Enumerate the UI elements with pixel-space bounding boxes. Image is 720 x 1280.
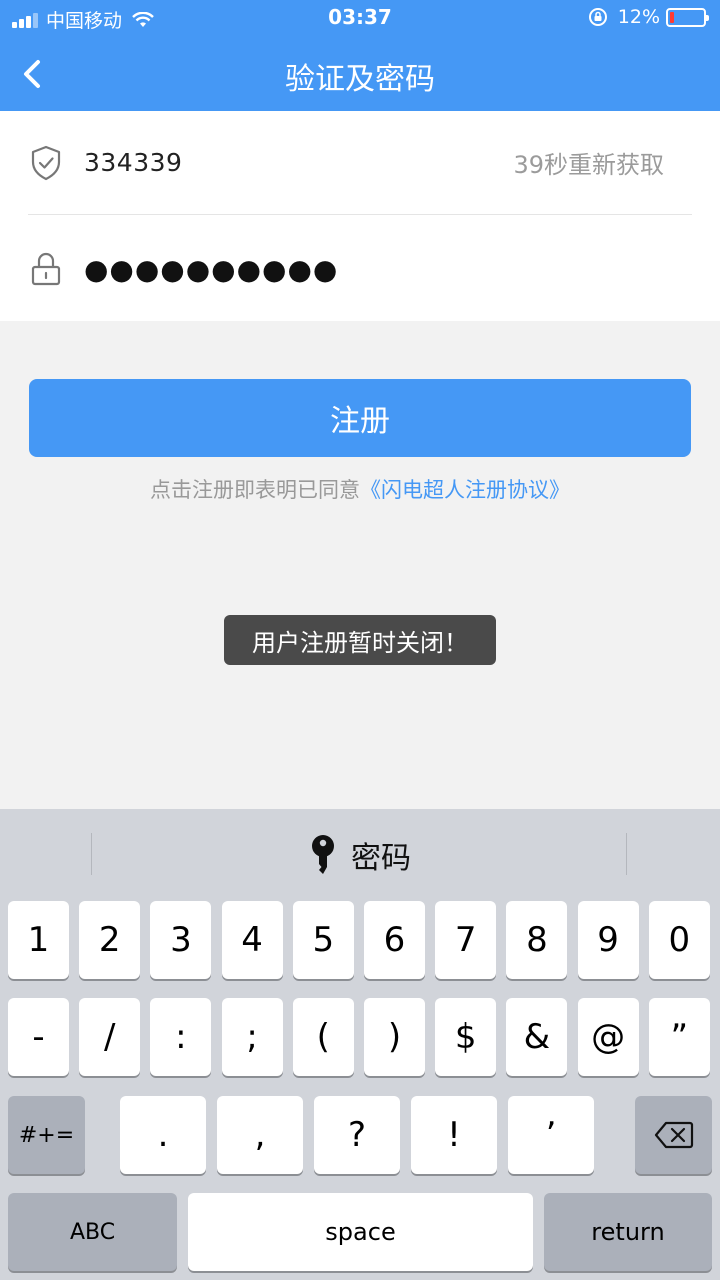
password-input[interactable]: ●●●●●●●●●● <box>84 253 338 286</box>
agreement-link[interactable]: 《闪电超人注册协议》 <box>360 478 570 502</box>
register-button[interactable]: 注册 <box>29 379 691 457</box>
keyboard-key[interactable]: & <box>506 998 568 1076</box>
resend-code-button[interactable]: 39秒重新获取 <box>513 145 664 180</box>
keyboard-key[interactable]: 5 <box>292 901 354 979</box>
keyboard-key[interactable]: 9 <box>577 901 639 979</box>
keyboard-key[interactable]: 6 <box>364 901 425 979</box>
keyboard-key[interactable]: . <box>120 1096 206 1174</box>
keyboard-key[interactable]: 2 <box>79 901 141 979</box>
suggestion-label: 密码 <box>351 841 411 876</box>
keyboard-key[interactable]: 0 <box>648 901 710 979</box>
battery-fill <box>670 11 674 23</box>
backspace-icon <box>654 1121 693 1149</box>
keyboard-key[interactable]: $ <box>435 998 497 1076</box>
keyboard-key[interactable]: 1 <box>8 901 69 979</box>
keyboard-key[interactable]: 4 <box>221 901 283 979</box>
page-title: 验证及密码 <box>285 62 435 97</box>
keyboard-key[interactable]: ” <box>648 998 710 1076</box>
nav-bar: 验证及密码 <box>0 40 720 110</box>
delete-key[interactable] <box>635 1096 712 1174</box>
header: 中国移动 03:37 12% 验证及密码 <box>0 0 720 111</box>
password-suggestion[interactable]: 密码 <box>0 833 720 877</box>
keyboard: 密码 1234567890 - /:;() $ & @” #+= .,?!’ ABC s… <box>0 809 720 1280</box>
verification-code-row: 334339 39秒重新获取 <box>28 111 692 215</box>
agreement-text: 点击注册即表明已同意《闪电超人注册协议》 <box>0 474 720 504</box>
status-bar: 中国移动 03:37 12% <box>0 0 720 38</box>
orientation-lock-icon <box>588 8 607 26</box>
verification-code-input[interactable]: 334339 <box>84 148 182 177</box>
keyboard-key[interactable]: 3 <box>150 901 212 979</box>
space-key[interactable]: space <box>188 1193 533 1271</box>
lock-icon <box>28 251 64 287</box>
agreement-prefix: 点击注册即表明已同意 <box>150 478 360 502</box>
keyboard-key[interactable]: ! <box>411 1096 497 1174</box>
return-key[interactable]: return <box>544 1193 712 1271</box>
keyboard-key[interactable]: / <box>79 998 141 1076</box>
keyboard-key[interactable]: 8 <box>506 901 568 979</box>
symbols-key[interactable]: #+= <box>8 1096 85 1174</box>
key-icon <box>312 835 334 874</box>
keyboard-key[interactable]: ’ <box>508 1096 594 1174</box>
keyboard-key[interactable]: 7 <box>435 901 497 979</box>
keyboard-key[interactable]: @ <box>577 998 639 1076</box>
form-card: 334339 39秒重新获取 ●●●●●●●●●● <box>0 111 720 321</box>
battery-percent: 12% <box>617 6 660 28</box>
shield-check-icon <box>28 145 64 181</box>
abc-key[interactable]: ABC <box>8 1193 177 1271</box>
status-right: 12% <box>588 6 709 28</box>
keyboard-key[interactable]: : <box>150 998 212 1076</box>
keyboard-key[interactable]: - <box>8 998 69 1076</box>
keyboard-key[interactable]: ( <box>292 998 354 1076</box>
keyboard-key[interactable]: ) <box>364 998 425 1076</box>
battery-icon <box>666 7 709 27</box>
toast-message: 用户注册暂时关闭！ <box>224 615 496 665</box>
keyboard-key[interactable]: ? <box>314 1096 400 1174</box>
password-row: ●●●●●●●●●● <box>28 217 692 321</box>
keyboard-suggestion-bar: 密码 <box>0 809 720 897</box>
keyboard-key[interactable]: , <box>217 1096 303 1174</box>
keyboard-key[interactable]: ; <box>221 998 283 1076</box>
